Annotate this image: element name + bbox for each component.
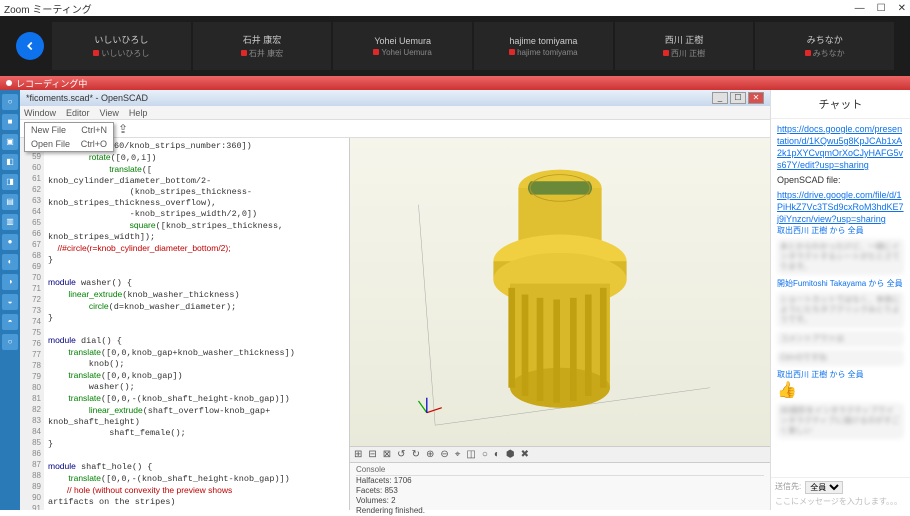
min-button[interactable]: —: [855, 3, 865, 14]
participant[interactable]: Yohei UemuraYohei Uemura: [333, 22, 472, 70]
export-icon[interactable]: ⇪: [118, 122, 128, 136]
code-editor[interactable]: for(i=[0:360/knob_strips_number:360]) ro…: [44, 138, 349, 510]
thumbs-up-icon: 👍: [777, 380, 904, 400]
openscad-title: *ficoments.scad* - OpenSCAD: [26, 93, 148, 103]
3d-viewport[interactable]: ⊞⊟⊠ ↺↻⊕⊖ ⌖◫○◐ ⬢✖ Console Halfacets: 1706…: [350, 138, 770, 510]
taskbar[interactable]: ○■▣◧◨▤▥●◐◑◒◓○: [0, 90, 20, 510]
participant[interactable]: いしいひろしいしいひろし: [52, 22, 191, 70]
menu-window[interactable]: Window: [24, 108, 56, 118]
participant[interactable]: みちなかみちなか: [755, 22, 894, 70]
max-button[interactable]: ☐: [877, 3, 886, 14]
menu-help[interactable]: Help: [129, 108, 148, 118]
os-max[interactable]: ☐: [730, 92, 746, 104]
console: Console Halfacets: 1706 Facets: 853 Volu…: [350, 462, 770, 510]
window-title: Zoom ミーティング: [4, 1, 92, 16]
participant[interactable]: 石井 康宏石井 康宏: [193, 22, 332, 70]
chat-link[interactable]: https://docs.google.com/presentation/d/1…: [777, 123, 904, 171]
toolbar[interactable]: ⇤ ⇥ ◻ ▷ ⧉ ✉ ⇪: [20, 120, 770, 138]
vp-tool[interactable]: ⊞: [354, 449, 362, 460]
chat-link[interactable]: https://drive.google.com/file/d/1PiHkZ7V…: [777, 189, 904, 225]
chat-title: チャット: [771, 90, 910, 119]
recording-bar: レコーディング中: [0, 76, 910, 90]
participant[interactable]: hajime tomiyamahajime tomiyama: [474, 22, 613, 70]
back-button[interactable]: [16, 32, 44, 60]
send-to-select[interactable]: 全員: [805, 481, 843, 494]
chat-text: OpenSCAD file:: [777, 175, 904, 185]
menu-view[interactable]: View: [100, 108, 119, 118]
chat-input[interactable]: ここにメッセージを入力します。。。: [775, 496, 906, 507]
os-close[interactable]: ✕: [748, 92, 764, 104]
os-min[interactable]: _: [712, 92, 728, 104]
close-button[interactable]: ✕: [898, 3, 906, 14]
file-menu-popup[interactable]: New FileCtrl+N Open FileCtrl+O: [24, 122, 114, 152]
participant[interactable]: 西川 正樹西川 正樹: [615, 22, 754, 70]
menu-editor[interactable]: Editor: [66, 108, 90, 118]
